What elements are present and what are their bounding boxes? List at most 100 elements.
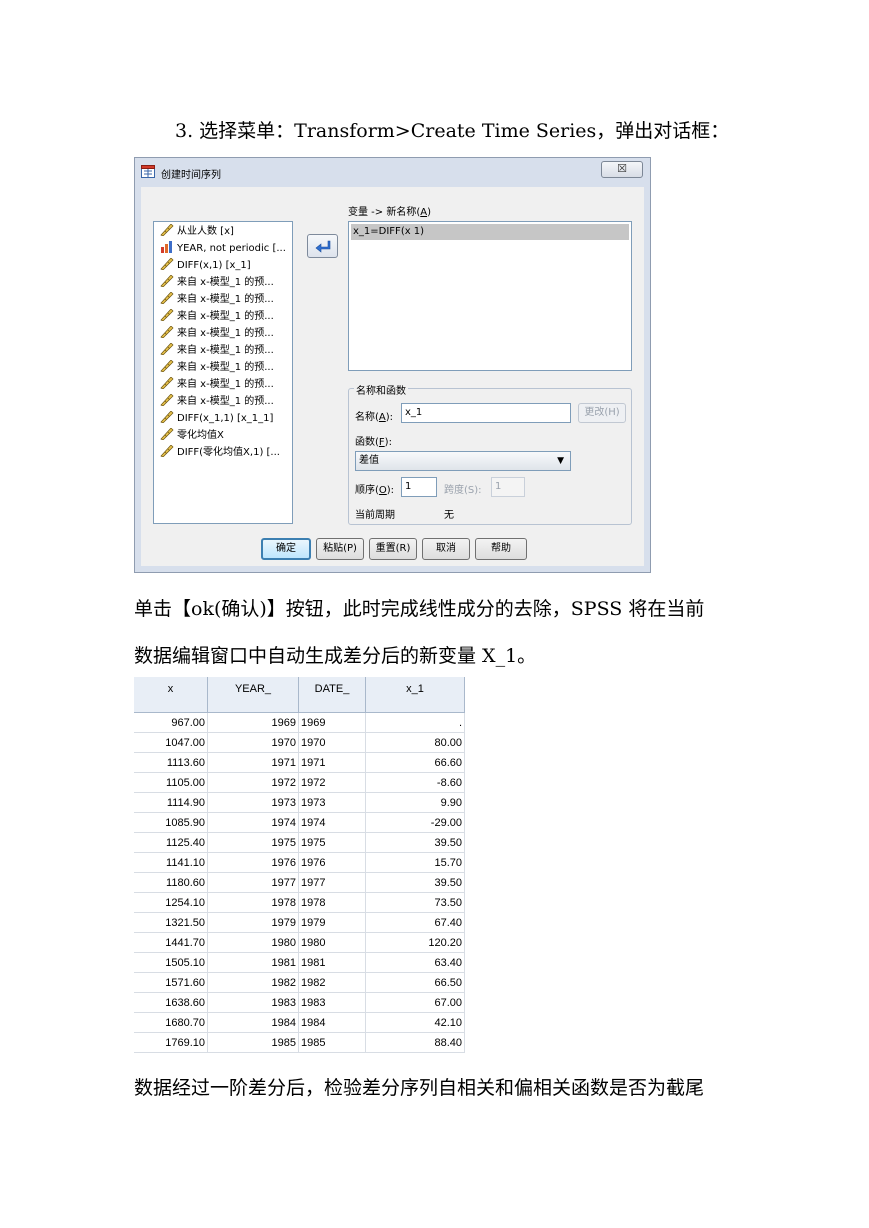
table-cell[interactable]: 1972 [208,773,299,793]
table-cell[interactable]: 1114.90 [134,793,208,813]
table-cell[interactable]: 1979 [299,913,366,933]
table-cell[interactable]: 1085.90 [134,813,208,833]
table-cell[interactable]: 73.50 [366,893,465,913]
variable-list-item[interactable]: 来自 x-模型_1 的预... [160,309,274,325]
table-cell[interactable]: -29.00 [366,813,465,833]
table-cell[interactable]: 1982 [208,973,299,993]
variable-list-item[interactable]: DIFF(x,1) [x_1] [160,258,251,274]
table-cell[interactable]: 1975 [299,833,366,853]
table-cell[interactable]: 1984 [299,1013,366,1033]
table-cell[interactable]: 9.90 [366,793,465,813]
table-cell[interactable]: 67.40 [366,913,465,933]
column-header[interactable]: x_1 [366,677,465,713]
table-cell[interactable]: 1141.10 [134,853,208,873]
table-cell[interactable]: 1973 [208,793,299,813]
table-cell[interactable]: 1979 [208,913,299,933]
help-button[interactable]: 帮助 [475,538,527,560]
column-header[interactable]: YEAR_ [208,677,299,713]
table-cell[interactable]: 1978 [208,893,299,913]
table-cell[interactable]: 1113.60 [134,753,208,773]
table-cell[interactable]: 1974 [299,813,366,833]
variable-list-item[interactable]: 来自 x-模型_1 的预... [160,343,274,359]
table-cell[interactable]: 63.40 [366,953,465,973]
table-cell[interactable]: . [366,713,465,733]
table-cell[interactable]: 1976 [208,853,299,873]
table-cell[interactable]: 1983 [299,993,366,1013]
table-cell[interactable]: 1972 [299,773,366,793]
close-button[interactable]: ☒ [601,161,643,178]
table-cell[interactable]: 1125.40 [134,833,208,853]
variable-list-item[interactable]: 从业人数 [x] [160,224,234,240]
variable-list-item[interactable]: YEAR, not periodic [... [160,241,286,257]
variable-list-item[interactable]: 来自 x-模型_1 的预... [160,377,274,393]
table-cell[interactable]: 1180.60 [134,873,208,893]
table-cell[interactable]: 1981 [299,953,366,973]
target-list-item[interactable]: x_1=DIFF(x 1) [351,224,629,240]
table-cell[interactable]: 1977 [299,873,366,893]
variable-list-item[interactable]: 来自 x-模型_1 的预... [160,360,274,376]
table-cell[interactable]: 80.00 [366,733,465,753]
table-cell[interactable]: 88.40 [366,1033,465,1053]
table-cell[interactable]: 39.50 [366,873,465,893]
ok-button[interactable]: 确定 [261,538,311,560]
table-cell[interactable]: 1980 [208,933,299,953]
table-cell[interactable]: 1985 [208,1033,299,1053]
column-header[interactable]: DATE_ [299,677,366,713]
table-cell[interactable]: 1680.70 [134,1013,208,1033]
table-cell[interactable]: 66.50 [366,973,465,993]
function-dropdown[interactable]: 差值 ▼ [355,451,571,471]
table-cell[interactable]: 1970 [299,733,366,753]
variable-list-item[interactable]: 来自 x-模型_1 的预... [160,292,274,308]
table-cell[interactable]: 1969 [208,713,299,733]
table-cell[interactable]: 1976 [299,853,366,873]
table-cell[interactable]: 1571.60 [134,973,208,993]
table-cell[interactable]: 1974 [208,813,299,833]
table-cell[interactable]: 66.60 [366,753,465,773]
table-cell[interactable]: 967.00 [134,713,208,733]
table-cell[interactable]: 1971 [299,753,366,773]
table-cell[interactable]: 1983 [208,993,299,1013]
span-input[interactable]: 1 [491,477,525,497]
table-cell[interactable]: 1769.10 [134,1033,208,1053]
variable-list-item[interactable]: DIFF(x_1,1) [x_1_1] [160,411,273,427]
name-input[interactable]: x_1 [401,403,571,423]
table-cell[interactable]: 1505.10 [134,953,208,973]
order-input[interactable]: 1 [401,477,437,497]
table-cell[interactable]: 15.70 [366,853,465,873]
change-button[interactable]: 更改(H) [578,403,626,423]
variable-list-item[interactable]: 来自 x-模型_1 的预... [160,394,274,410]
table-cell[interactable]: 1984 [208,1013,299,1033]
variable-list-item[interactable]: 来自 x-模型_1 的预... [160,275,274,291]
table-cell[interactable]: 1977 [208,873,299,893]
source-variable-list[interactable]: 从业人数 [x] YEAR, not periodic [... DIFF(x,1)… [153,221,293,524]
table-cell[interactable]: -8.60 [366,773,465,793]
table-cell[interactable]: 1981 [208,953,299,973]
table-cell[interactable]: 1441.70 [134,933,208,953]
table-cell[interactable]: 1321.50 [134,913,208,933]
table-cell[interactable]: 120.20 [366,933,465,953]
reset-button[interactable]: 重置(R) [369,538,417,560]
table-cell[interactable]: 1970 [208,733,299,753]
table-cell[interactable]: 1969 [299,713,366,733]
paste-button[interactable]: 粘贴(P) [316,538,364,560]
table-cell[interactable]: 39.50 [366,833,465,853]
target-variable-list[interactable]: x_1=DIFF(x 1) [348,221,632,371]
table-cell[interactable]: 1254.10 [134,893,208,913]
table-cell[interactable]: 1973 [299,793,366,813]
table-cell[interactable]: 67.00 [366,993,465,1013]
table-cell[interactable]: 1975 [208,833,299,853]
table-cell[interactable]: 1985 [299,1033,366,1053]
table-cell[interactable]: 1047.00 [134,733,208,753]
cancel-button[interactable]: 取消 [422,538,470,560]
table-cell[interactable]: 1980 [299,933,366,953]
table-cell[interactable]: 1982 [299,973,366,993]
table-cell[interactable]: 1978 [299,893,366,913]
table-cell[interactable]: 1638.60 [134,993,208,1013]
variable-list-item[interactable]: DIFF(零化均值X,1) [... [160,445,280,461]
table-cell[interactable]: 42.10 [366,1013,465,1033]
move-variable-button[interactable] [307,234,338,258]
variable-list-item[interactable]: 零化均值X [160,428,224,444]
table-cell[interactable]: 1105.00 [134,773,208,793]
column-header[interactable]: x [134,677,208,713]
table-cell[interactable]: 1971 [208,753,299,773]
